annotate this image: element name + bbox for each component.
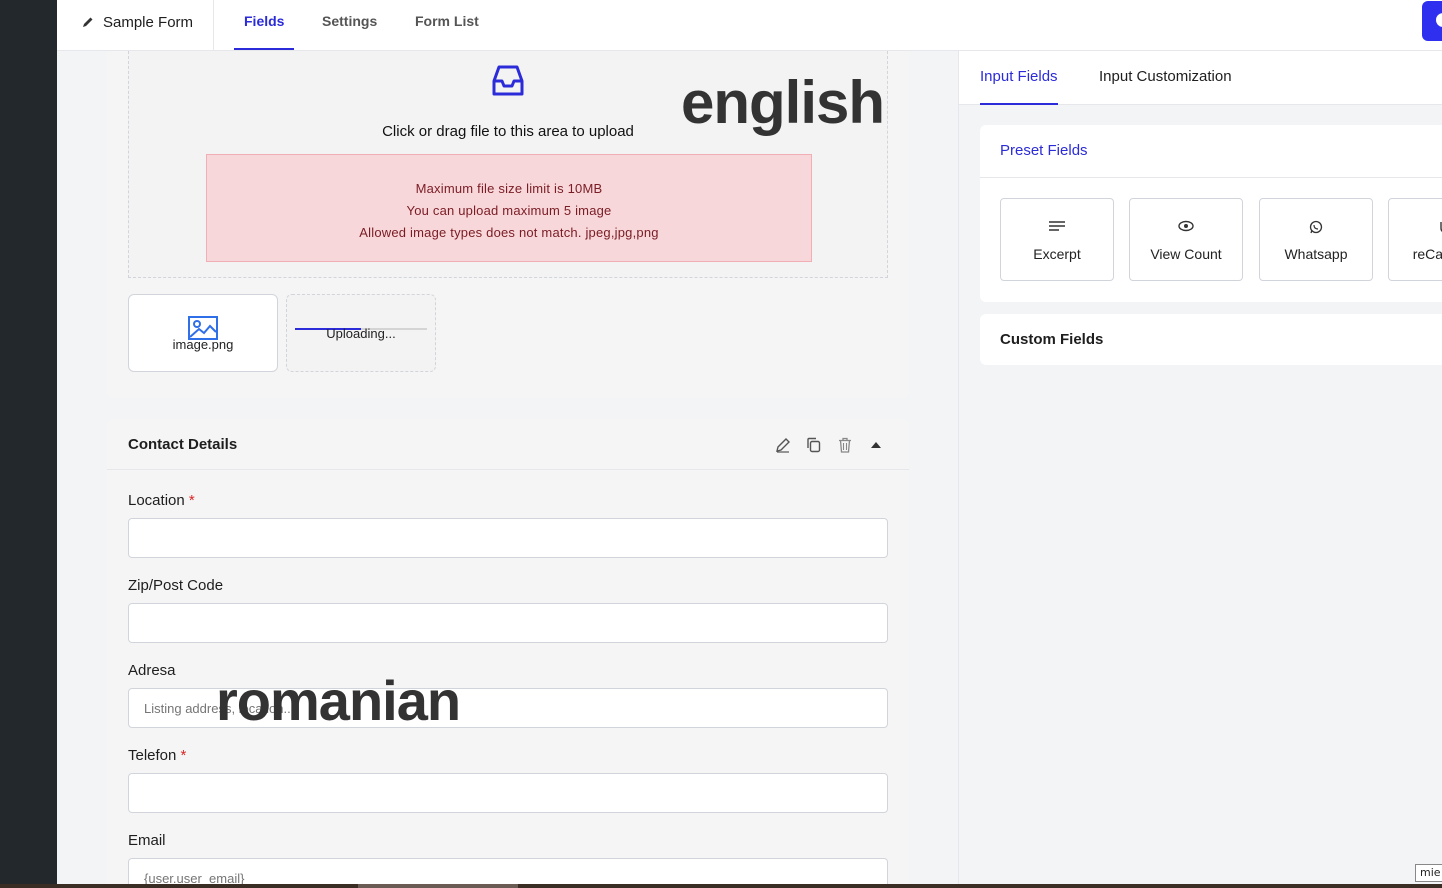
- wp-admin-sidebar: [0, 0, 57, 888]
- top-bar: Sample Form Fields Settings Form List: [57, 0, 1442, 51]
- publish-icon: [1436, 13, 1442, 27]
- zip-code-input[interactable]: [128, 603, 888, 643]
- bottom-strip: [0, 884, 1442, 888]
- custom-fields-title: Custom Fields: [1000, 331, 1104, 348]
- tab-input-fields[interactable]: Input Fields: [980, 68, 1058, 105]
- section-title: Contact Details: [128, 436, 238, 453]
- form-title[interactable]: Sample Form: [81, 0, 193, 44]
- preset-label: reCaptcha: [1412, 246, 1442, 262]
- field-label-location: Location *: [128, 492, 195, 509]
- preset-whatsapp-button[interactable]: Whatsapp: [1259, 198, 1373, 281]
- publish-button[interactable]: [1422, 1, 1442, 41]
- edit-icon[interactable]: [774, 436, 792, 454]
- trash-icon[interactable]: [836, 436, 854, 454]
- field-label-zip: Zip/Post Code: [128, 577, 224, 594]
- telefon-input[interactable]: [128, 773, 888, 813]
- required-asterisk: *: [180, 747, 187, 764]
- custom-fields-card[interactable]: Custom Fields: [980, 314, 1442, 365]
- form-builder-app: Sample Form Fields Settings Form List Cl…: [57, 0, 1442, 884]
- image-upload-field: Click or drag file to this area to uploa…: [107, 51, 909, 398]
- error-size-limit: Maximum file size limit is 10MB: [415, 181, 603, 196]
- preset-label: Whatsapp: [1284, 246, 1348, 262]
- corner-tag: mie: [1415, 864, 1442, 882]
- location-input[interactable]: [128, 518, 888, 558]
- excerpt-icon: [1001, 220, 1113, 237]
- preset-recaptcha-button[interactable]: reCaptcha: [1388, 198, 1442, 281]
- section-header: Contact Details: [107, 419, 909, 470]
- form-title-text: Sample Form: [103, 13, 194, 31]
- caret-up-icon[interactable]: [867, 436, 885, 454]
- error-max-count: You can upload maximum 5 image: [406, 203, 612, 218]
- editor-column: Click or drag file to this area to uploa…: [107, 51, 909, 884]
- recaptcha-icon: [1389, 220, 1442, 237]
- label-text: Telefon: [128, 747, 177, 764]
- panel-tabs: Input Fields Input Customization: [959, 51, 1442, 105]
- file-name: image.png: [172, 337, 234, 352]
- tab-fields[interactable]: Fields: [233, 0, 296, 50]
- field-label-adresa: Adresa: [128, 662, 176, 679]
- email-input[interactable]: [128, 858, 888, 884]
- uploaded-file-thumb[interactable]: image.png: [128, 294, 278, 372]
- upload-error-box: Maximum file size limit is 10MB You can …: [206, 154, 812, 262]
- field-label-telefon: Telefon *: [128, 747, 186, 764]
- tab-input-customization[interactable]: Input Customization: [1099, 68, 1232, 85]
- preset-fields-title: Preset Fields: [1000, 142, 1088, 159]
- bottom-strip-segment: [358, 884, 518, 888]
- whatsapp-icon: [1260, 220, 1372, 237]
- uploading-file-thumb: Uploading...: [286, 294, 436, 372]
- language-watermark-romanian: romanian: [216, 669, 461, 732]
- preset-label: Excerpt: [1033, 246, 1081, 262]
- tab-settings[interactable]: Settings: [322, 0, 377, 50]
- inbox-icon: [492, 65, 524, 96]
- contact-details-section: Contact Details Location * Zip/Post Code…: [107, 419, 909, 884]
- preset-fields-card: Preset Fields Excerpt View Count Whatsap…: [980, 125, 1442, 302]
- label-text: Location: [128, 492, 185, 509]
- fields-panel: Input Fields Input Customization Preset …: [958, 51, 1442, 884]
- upload-dropzone[interactable]: Click or drag file to this area to uploa…: [128, 51, 888, 278]
- field-label-email: Email: [128, 832, 166, 849]
- upload-status: Uploading...: [326, 326, 396, 341]
- preset-label: View Count: [1150, 246, 1222, 262]
- language-watermark-english: english: [681, 69, 885, 136]
- required-asterisk: *: [188, 492, 195, 509]
- eye-icon: [1130, 220, 1242, 235]
- error-type-mismatch: Allowed image types does not match. jpeg…: [359, 225, 659, 240]
- title-divider: [213, 0, 214, 50]
- tab-form-list[interactable]: Form List: [415, 0, 479, 50]
- preset-view-count-button[interactable]: View Count: [1129, 198, 1243, 281]
- copy-icon[interactable]: [805, 436, 823, 454]
- preset-excerpt-button[interactable]: Excerpt: [1000, 198, 1114, 281]
- preset-fields-header[interactable]: Preset Fields: [980, 125, 1442, 178]
- pencil-icon: [83, 17, 93, 27]
